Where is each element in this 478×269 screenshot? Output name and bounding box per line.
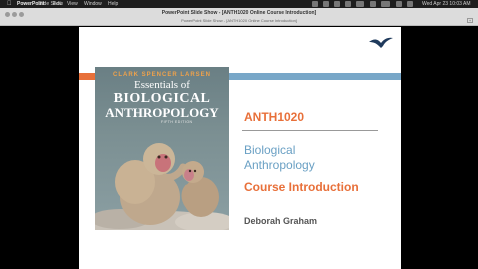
slide[interactable]: CLARK SPENCER LARSEN Essentials of BIOLO… <box>79 27 401 269</box>
accent-stripe-orange <box>79 73 96 80</box>
window-titlebar: PowerPoint Slide Show - [ANTH1020 Online… <box>0 8 478 26</box>
book-cover-image: CLARK SPENCER LARSEN Essentials of BIOLO… <box>95 67 229 230</box>
status-icon[interactable] <box>312 1 318 7</box>
course-code: ANTH1020 <box>244 110 305 124</box>
book-title-line1: Essentials of <box>134 79 190 91</box>
slide-title-line1: Biological <box>244 143 296 157</box>
status-icon[interactable] <box>356 1 364 7</box>
slide-title-line2: Anthropology <box>244 158 315 172</box>
slide-subtitle: Course Introduction <box>244 180 359 194</box>
menubar-clock[interactable]: Wed Apr 23 10:03 AM <box>422 0 471 8</box>
book-author: CLARK SPENCER LARSEN <box>112 72 211 78</box>
search-icon[interactable] <box>396 1 402 7</box>
macaque-photo <box>95 143 229 230</box>
battery-icon[interactable] <box>381 1 390 7</box>
apple-icon[interactable]:  <box>7 0 12 8</box>
menu-edit[interactable]: Edit <box>53 0 62 8</box>
window-title: PowerPoint Slide Show - [ANTH1020 Online… <box>161 10 317 16</box>
menu-help[interactable]: Help <box>108 0 118 8</box>
status-icon[interactable] <box>345 1 351 7</box>
status-icon[interactable] <box>323 1 329 7</box>
menu-bar:  PowerPoint Slide Show Edit View Window… <box>0 0 478 8</box>
slide-title: Biological Anthropology <box>244 143 315 173</box>
bird-logo-icon <box>369 37 393 48</box>
book-edition: FIFTH EDITION <box>161 120 193 124</box>
menu-view[interactable]: View <box>67 0 78 8</box>
control-center-icon[interactable] <box>407 1 413 7</box>
book-title-line3: ANTHROPOLOGY <box>105 105 219 120</box>
status-icon[interactable] <box>334 1 340 7</box>
expand-icon[interactable]: + <box>467 18 473 23</box>
title-divider <box>242 130 378 131</box>
presenter-name: Deborah Graham <box>244 216 318 226</box>
accent-stripe-blue <box>229 73 401 80</box>
window-tab-title: PowerPoint Slide Show - [ANTH1020 Online… <box>181 18 297 23</box>
wifi-icon[interactable] <box>370 1 376 7</box>
menu-window[interactable]: Window <box>84 0 102 8</box>
